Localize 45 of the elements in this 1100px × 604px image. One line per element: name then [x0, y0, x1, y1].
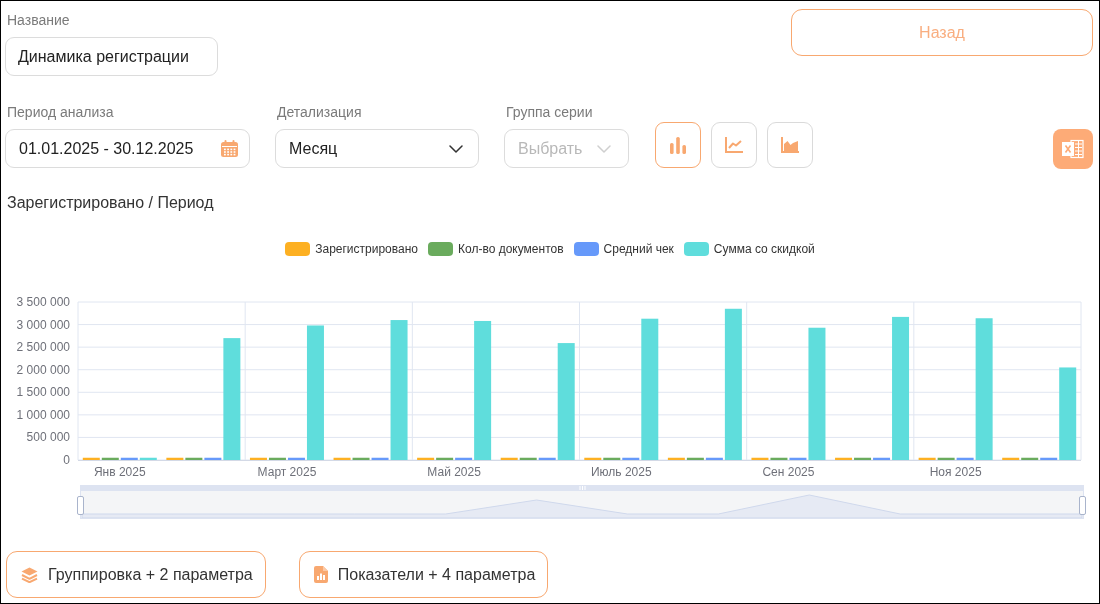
y-axis-label: 3 500 000	[16, 295, 70, 309]
name-input[interactable]: Динамика регистрации	[5, 37, 218, 76]
field-label: Детализация	[276, 103, 363, 121]
area-chart-icon	[781, 137, 799, 153]
chart-title: Зарегистрировано / Период	[6, 194, 215, 212]
x-axis-label: Июль 2025	[590, 465, 652, 479]
range-slider[interactable]	[80, 485, 1084, 519]
x-axis-label: Март 2025	[257, 465, 317, 479]
parameters-button[interactable]: Показатели + 4 параметра	[298, 551, 549, 598]
field-label: Группа серии	[505, 103, 594, 121]
select-field[interactable]: Месяц	[275, 129, 479, 168]
slider-handle[interactable]	[1079, 496, 1086, 515]
y-axis-label: 0	[63, 453, 70, 467]
date-range-field[interactable]: 01.01.2025 - 30.12.2025	[5, 129, 250, 168]
chevron-down-icon	[597, 144, 611, 153]
calendar-icon	[221, 140, 238, 157]
y-axis-label: 1 500 000	[16, 385, 70, 400]
x-axis-label: Сен 2025	[762, 465, 815, 479]
x-axis-label: Май 2025	[427, 465, 481, 479]
line-chart-icon	[725, 137, 743, 153]
legend-item[interactable]: Кол-во документов	[428, 241, 564, 257]
slider-handle[interactable]	[77, 496, 84, 515]
chart-type-button[interactable]	[655, 122, 701, 168]
chart-type-button[interactable]	[767, 122, 813, 168]
export-button[interactable]	[1053, 129, 1093, 169]
x-axis-label: Ноя 2025	[929, 465, 982, 479]
legend-item[interactable]: Зарегистрировано	[285, 241, 418, 257]
slider-range-bar[interactable]	[81, 485, 1083, 491]
y-axis-label: 1 000 000	[16, 407, 70, 422]
layers-icon	[21, 566, 38, 583]
chevron-down-icon	[449, 144, 463, 153]
legend-item[interactable]: Средний чек	[573, 241, 674, 257]
bar-chart-icon	[669, 136, 687, 154]
y-axis-label: 2 500 000	[16, 340, 70, 355]
parameters-button[interactable]: Группировка + 2 параметра	[6, 551, 266, 598]
chart-document-icon	[313, 566, 328, 583]
field-label: Название	[6, 11, 71, 29]
y-axis-label: 2 000 000	[16, 362, 70, 377]
chart-type-button[interactable]	[711, 122, 757, 168]
y-axis-label: 3 000 000	[16, 317, 70, 332]
spreadsheet-icon	[1062, 139, 1084, 159]
x-axis-label: Янв 2025	[93, 465, 146, 479]
field-label: Период анализа	[6, 103, 115, 121]
y-axis-label: 500 000	[26, 430, 70, 445]
legend-item[interactable]: Сумма со скидкой	[683, 241, 815, 257]
